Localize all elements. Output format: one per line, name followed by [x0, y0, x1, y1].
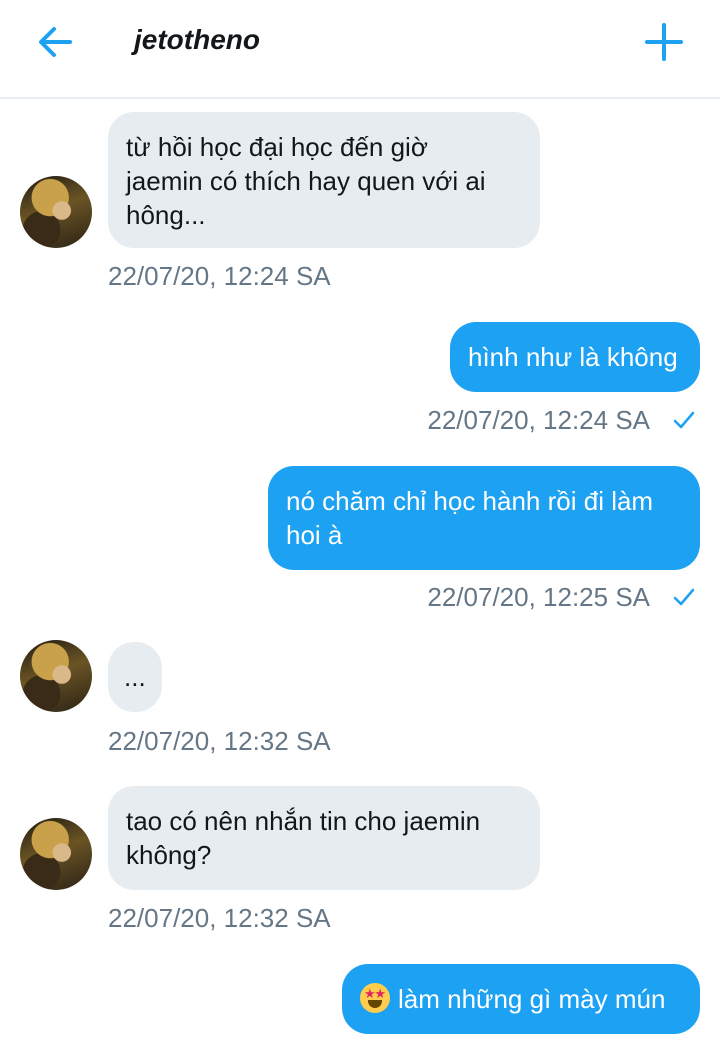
avatar[interactable] — [20, 640, 92, 712]
message-timestamp: 22/07/20, 12:32 SA — [108, 726, 331, 756]
plus-icon — [645, 23, 683, 61]
message-timestamp: 22/07/20, 12:24 SA — [427, 405, 650, 435]
conversation-header: jetotheno — [0, 0, 720, 99]
star-struck-emoji — [360, 983, 390, 1013]
message-timestamp: 22/07/20, 12:25 SA — [427, 582, 650, 612]
check-icon — [673, 411, 695, 429]
message-bubble-outgoing[interactable]: hình như là không — [450, 322, 700, 392]
message-bubble-incoming[interactable]: tao có nên nhắn tin cho jaemin không? — [108, 786, 540, 890]
message-timestamp: 22/07/20, 12:32 SA — [108, 903, 331, 933]
arrow-left-icon — [39, 27, 72, 57]
back-button[interactable] — [34, 22, 78, 62]
message-text: làm những gì mày mún — [398, 984, 666, 1014]
message-bubble-outgoing[interactable]: nó chăm chỉ học hành rồi đi làm hoi à — [268, 466, 700, 570]
message-timestamp: 22/07/20, 12:24 SA — [108, 261, 331, 291]
message-bubble-outgoing[interactable]: làm những gì mày mún — [342, 964, 700, 1034]
check-icon — [673, 588, 695, 606]
message-bubble-incoming[interactable]: từ hồi học đại học đến giờ jaemin có thí… — [108, 112, 540, 248]
add-button[interactable] — [642, 20, 686, 64]
avatar[interactable] — [20, 176, 92, 248]
avatar[interactable] — [20, 818, 92, 890]
message-bubble-incoming[interactable]: ... — [108, 642, 162, 712]
conversation-title: jetotheno — [134, 24, 260, 55]
